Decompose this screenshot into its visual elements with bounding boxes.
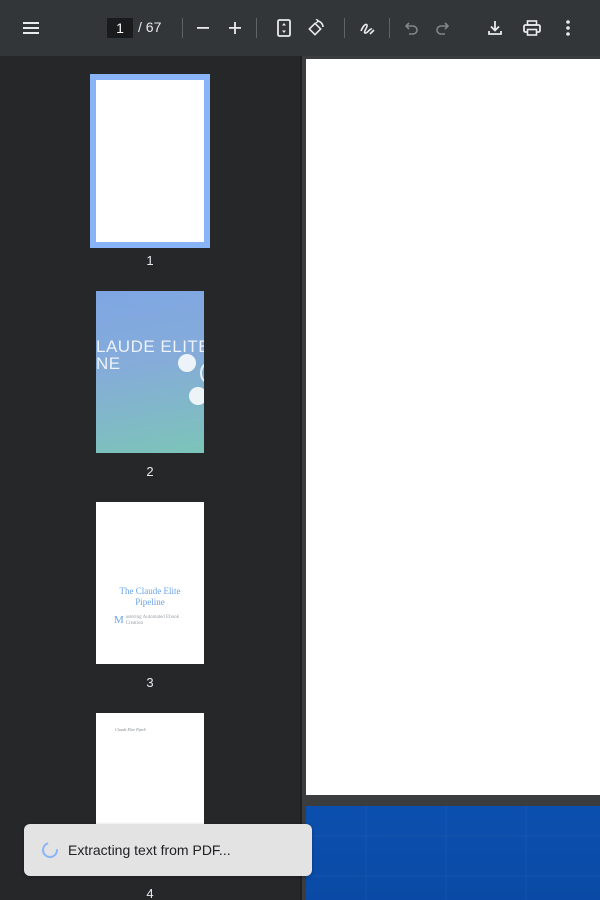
thumbnail-page-title: The Claude Elite Pipeline (119, 586, 181, 607)
thumbnail-decoration (189, 387, 204, 405)
download-icon[interactable] (479, 12, 511, 44)
pdf-toolbar: / 67 (0, 0, 600, 56)
redo-icon[interactable] (427, 12, 459, 44)
more-vertical-icon[interactable] (552, 12, 584, 44)
undo-icon[interactable] (395, 12, 427, 44)
total-pages-label: / 67 (138, 19, 162, 35)
minus-icon[interactable] (187, 12, 219, 44)
pdf-page (306, 806, 600, 900)
toast-message: Extracting text from PDF... (68, 842, 231, 858)
thumbnail-page-header: Claude Elite Pipeli (115, 727, 146, 732)
thumbnail-sidebar: 1 LAUDE ELITE NE 2 The Claude Elite Pipe… (0, 56, 300, 900)
plus-icon[interactable] (219, 12, 251, 44)
toolbar-divider (389, 18, 390, 38)
document-viewer[interactable] (302, 56, 600, 900)
fit-to-page-icon[interactable] (268, 12, 300, 44)
thumbnail-decoration (200, 363, 204, 383)
thumbnail-label: 2 (146, 464, 154, 479)
extraction-toast: Extracting text from PDF... (24, 824, 312, 876)
thumbnail-label: 4 (146, 886, 154, 900)
thumbnail-page-subtitle: Mastering Automated Ebook Creation (114, 615, 188, 627)
thumbnail-subtitle-text: astering Automated Ebook Creation (125, 615, 180, 626)
page-thumbnail-3[interactable]: The Claude Elite Pipeline Mastering Auto… (96, 502, 204, 664)
print-icon[interactable] (516, 12, 548, 44)
page-number-input[interactable] (107, 18, 133, 38)
page-thumbnail-2[interactable]: LAUDE ELITE NE (96, 291, 204, 453)
page-thumbnail-1[interactable] (90, 74, 210, 248)
menu-icon[interactable] (16, 12, 48, 44)
toolbar-divider (344, 18, 345, 38)
rotate-icon[interactable] (300, 12, 332, 44)
thumbnail-dropcap: M (114, 614, 124, 626)
thumbnail-label: 3 (146, 675, 154, 690)
pdf-page (306, 59, 600, 795)
loading-spinner-icon (42, 842, 58, 858)
thumbnail-label: 1 (146, 253, 154, 268)
toolbar-divider (182, 18, 183, 38)
pen-icon[interactable] (351, 12, 383, 44)
toolbar-divider (256, 18, 257, 38)
thumbnail-decoration (178, 354, 196, 372)
